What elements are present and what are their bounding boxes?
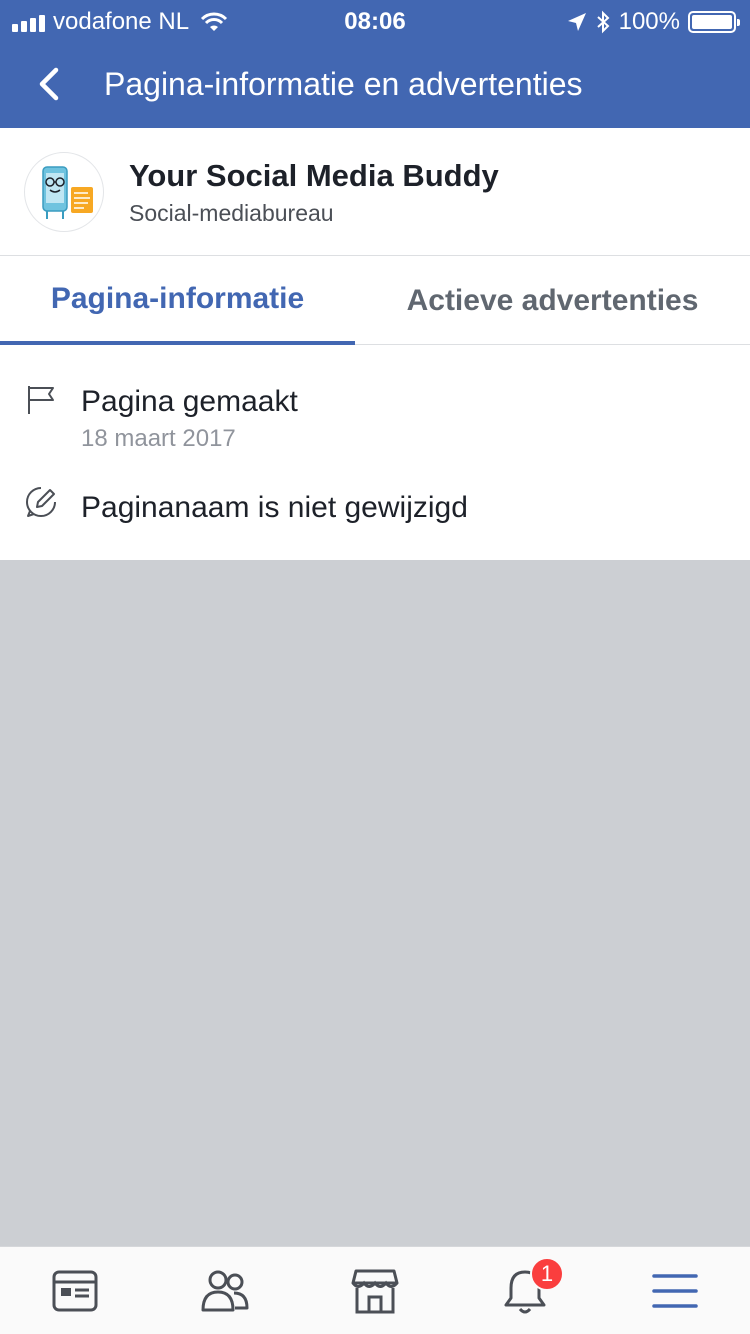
location-arrow-icon <box>567 13 586 31</box>
bluetooth-icon <box>596 10 610 34</box>
notifications-tab[interactable]: 1 <box>450 1247 600 1334</box>
page-header: Your Social Media Buddy Social-mediabure… <box>0 128 750 256</box>
status-bar: vodafone NL 08:06 100% <box>0 0 750 40</box>
page-name-change-label: Paginanaam is niet gewijzigd <box>81 491 468 524</box>
tab-bar-top: Pagina-informatie Actieve advertenties <box>0 257 750 345</box>
friends-tab[interactable] <box>150 1247 300 1334</box>
page-name[interactable]: Your Social Media Buddy <box>129 158 499 194</box>
news-feed-icon <box>52 1270 98 1312</box>
flag-icon <box>28 386 54 414</box>
page-avatar[interactable] <box>24 152 104 232</box>
empty-area <box>0 560 750 1246</box>
page-title: Pagina-informatie en advertenties <box>104 66 583 102</box>
friends-icon <box>201 1270 249 1312</box>
page-created-date: 18 maart 2017 <box>81 425 236 452</box>
marketplace-icon <box>351 1269 399 1314</box>
menu-tab[interactable] <box>600 1247 750 1334</box>
back-chevron-icon[interactable] <box>30 64 70 104</box>
marketplace-tab[interactable] <box>300 1247 450 1334</box>
battery-icon <box>688 11 740 33</box>
page-category: Social-mediabureau <box>129 200 334 226</box>
news-feed-tab[interactable] <box>0 1247 150 1334</box>
tab-active-ads[interactable]: Actieve advertenties <box>355 257 750 345</box>
tab-page-info[interactable]: Pagina-informatie <box>0 257 355 345</box>
battery-percent: 100% <box>618 8 680 35</box>
social-media-buddy-logo <box>42 166 93 219</box>
page-created-label: Pagina gemaakt <box>81 385 298 418</box>
page-info-section: Pagina gemaakt 18 maart 2017 Paginanaam … <box>0 345 750 560</box>
menu-icon <box>652 1274 698 1308</box>
header: vodafone NL 08:06 100% Pagina-informatie… <box>0 0 750 128</box>
bottom-tab-bar: 1 <box>0 1246 750 1334</box>
notification-badge: 1 <box>530 1257 564 1291</box>
navigation-bar: Pagina-informatie en advertenties <box>0 40 750 128</box>
edit-history-icon <box>26 487 56 517</box>
